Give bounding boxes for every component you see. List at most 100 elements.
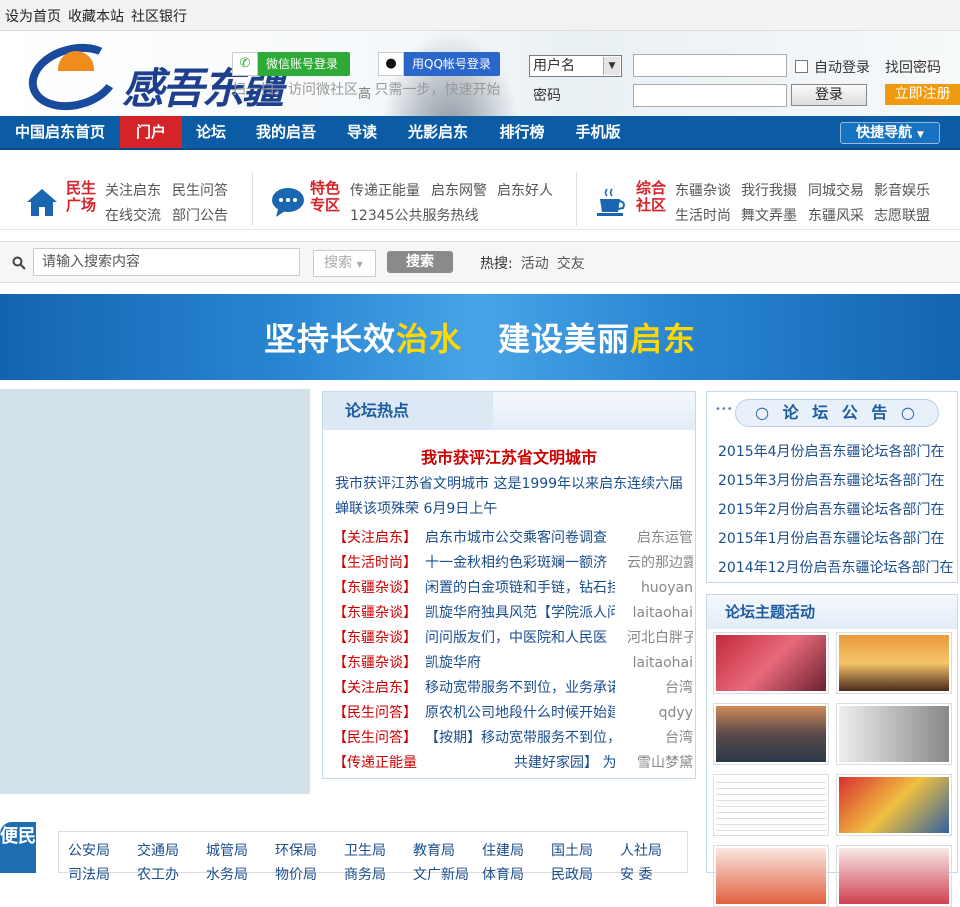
activity-thumbnail[interactable] (713, 774, 829, 836)
list-item[interactable]: 2015年1月份启吾东疆论坛各部门在 (718, 528, 954, 548)
category-link[interactable]: 在线交流 (105, 205, 161, 225)
department-link[interactable]: 交通局 (137, 840, 179, 860)
nav-item-my-qiwu[interactable]: 我的启吾 (240, 116, 332, 148)
username-type-select[interactable]: 用户名 ▼ (529, 55, 622, 77)
category-link[interactable]: 生活时尚 (675, 205, 731, 225)
caret-down-icon: ▼ (916, 130, 924, 140)
caret-down-icon: ▼ (356, 260, 363, 269)
department-link[interactable]: 人社局 (620, 840, 662, 860)
department-link[interactable]: 环保局 (275, 840, 317, 860)
site-header: 感吾东疆 高 ✆ 微信账号登录 ● 用QQ帐号登录 扫一扫，访问微社区 只需一步，快… (0, 31, 960, 120)
activity-thumbnail[interactable] (836, 845, 952, 907)
list-item[interactable]: 【东疆杂谈】 闲置的白金项链和手链，钻石挂 huoyan (333, 578, 693, 598)
headline-summary[interactable]: 我市获评江苏省文明城市 这是1999年以来启东连续六届蝉联该项殊荣 6月9日上午 (335, 472, 691, 522)
find-password-link[interactable]: 找回密码 (885, 57, 941, 77)
list-item[interactable]: 【东疆杂谈】 凯旋华府 laitaohai (333, 653, 693, 673)
department-link[interactable]: 国土局 (551, 840, 593, 860)
category-link[interactable]: 志愿联盟 (874, 205, 930, 225)
department-link[interactable]: 物价局 (275, 864, 317, 884)
username-input[interactable] (633, 54, 787, 77)
activity-thumbnail[interactable] (836, 632, 952, 694)
nav-item-ranking[interactable]: 排行榜 (484, 116, 560, 148)
list-item[interactable]: 【关注启东】 启东市城市公交乘客问卷调查 启东运管 (333, 528, 693, 548)
list-item[interactable]: 【民生问答】【按期】移动宽带服务不到位，业务台湾 (333, 728, 693, 748)
qq-login-button[interactable]: ● 用QQ帐号登录 (378, 52, 500, 76)
department-link[interactable]: 公安局 (68, 840, 110, 860)
activity-thumbnail[interactable] (713, 632, 829, 694)
hot-search: 热搜: 活动 交友 (480, 253, 585, 273)
search-input[interactable]: 请输入搜索内容 (33, 248, 300, 276)
category-tese: 特色专区 传递正能量 启东网警 启东好人 12345公共服务热线 (260, 168, 570, 228)
department-link[interactable]: 教育局 (413, 840, 455, 860)
quick-nav-button[interactable]: 快捷导航 ▼ (840, 122, 940, 144)
category-link[interactable]: 12345公共服务热线 (350, 205, 479, 225)
department-link[interactable]: 体育局 (482, 864, 524, 884)
category-link[interactable]: 传递正能量 (350, 180, 420, 200)
list-item[interactable]: 【民生问答】 原农机公司地段什么时候开始建安 qdyy (333, 703, 693, 723)
bookmark-link[interactable]: 收藏本站 (68, 6, 124, 26)
divider (252, 172, 253, 226)
department-link[interactable]: 文广新局 (413, 864, 469, 884)
password-input[interactable] (633, 84, 787, 107)
headline-link[interactable]: 我市获评江苏省文明城市 (323, 444, 695, 468)
category-link[interactable]: 影音娱乐 (874, 180, 930, 200)
department-link[interactable]: 城管局 (206, 840, 248, 860)
category-link[interactable]: 舞文弄墨 (741, 205, 797, 225)
image-slideshow[interactable] (0, 389, 310, 794)
department-link[interactable]: 住建局 (482, 840, 524, 860)
department-link[interactable]: 民政局 (551, 864, 593, 884)
login-button[interactable]: 登录 (791, 84, 867, 106)
nav-item-forum[interactable]: 论坛 (182, 116, 240, 148)
category-link[interactable]: 启东网警 (431, 180, 487, 200)
list-item[interactable]: 2015年2月份启吾东疆论坛各部门在 (718, 499, 954, 519)
activity-thumbnail[interactable] (836, 774, 952, 836)
list-item[interactable]: 【传递正能量共建好家园】 为病人服务，我雪山梦黛 (333, 753, 693, 773)
category-link[interactable]: 同城交易 (808, 180, 864, 200)
list-item[interactable]: 【东疆杂谈】 问问版友们，中医院和人民医 河北白胖子 (333, 628, 693, 648)
department-link[interactable]: 安 委 (620, 864, 652, 884)
forum-hot-panel: 论坛热点 我市获评江苏省文明城市 我市获评江苏省文明城市 这是1999年以来启东… (322, 391, 696, 779)
hot-word[interactable]: 活动 (521, 256, 549, 272)
list-item[interactable]: 【关注启东】移动宽带服务不到位，业务承诺与服台湾 (333, 678, 693, 698)
category-link[interactable]: 启东好人 (497, 180, 553, 200)
auto-login-checkbox[interactable]: 自动登录 (795, 57, 870, 77)
list-item[interactable]: 2014年12月份启吾东疆论坛各部门在 (718, 557, 954, 577)
activity-thumbnail[interactable] (713, 845, 829, 907)
list-item[interactable]: 2015年3月份启吾东疆论坛各部门在 (718, 470, 954, 490)
hot-word[interactable]: 交友 (557, 256, 585, 272)
nav-item-photo[interactable]: 光影启东 (392, 116, 484, 148)
search-button[interactable]: 搜索 (387, 251, 453, 273)
category-link[interactable]: 关注启东 (105, 180, 161, 200)
nav-item-portal[interactable]: 门户 (120, 116, 182, 148)
panel-title: 论坛主题活动 (707, 595, 957, 629)
department-link[interactable]: 司法局 (68, 864, 110, 884)
promo-banner[interactable]: 坚持长效治水 建设美丽启东 (0, 294, 960, 380)
category-title: 综合社区 (636, 179, 667, 214)
main-nav: 中国启东首页 门户 论坛 我的启吾 导读 光影启东 排行榜 手机版 快捷导航 ▼ (0, 116, 960, 150)
category-link[interactable]: 东疆风采 (808, 205, 864, 225)
register-button[interactable]: 立即注册 (885, 84, 960, 105)
list-item[interactable]: 【东疆杂谈】 凯旋华府独具风范【学院派人问 laitaohai (333, 603, 693, 623)
category-link[interactable]: 民生问答 (172, 180, 228, 200)
activity-thumbnail[interactable] (836, 703, 952, 765)
category-link[interactable]: 部门公告 (172, 205, 228, 225)
wechat-login-button[interactable]: ✆ 微信账号登录 (232, 52, 350, 76)
set-home-link[interactable]: 设为首页 (5, 6, 61, 26)
department-link[interactable]: 农工办 (137, 864, 179, 884)
category-title: 民生广场 (66, 179, 97, 214)
list-item[interactable]: 【生活时尚】 十一金秋相约色彩斑斓一额济 云的那边露 (333, 553, 693, 573)
department-link[interactable]: 水务局 (206, 864, 248, 884)
search-icon (12, 256, 26, 270)
nav-item-qidong-home[interactable]: 中国启东首页 (0, 116, 120, 148)
department-link[interactable]: 商务局 (344, 864, 386, 884)
logo-swirl-icon (21, 34, 127, 120)
list-item[interactable]: 2015年4月份启吾东疆论坛各部门在 (718, 441, 954, 461)
community-bank-link[interactable]: 社区银行 (131, 6, 187, 26)
category-link[interactable]: 东疆杂谈 (675, 180, 731, 200)
nav-item-mobile[interactable]: 手机版 (560, 116, 636, 148)
search-scope-select[interactable]: 搜索 ▼ (313, 250, 376, 277)
nav-item-guide[interactable]: 导读 (332, 116, 392, 148)
department-link[interactable]: 卫生局 (344, 840, 386, 860)
activity-thumbnail[interactable] (713, 703, 829, 765)
category-link[interactable]: 我行我摄 (741, 180, 797, 200)
